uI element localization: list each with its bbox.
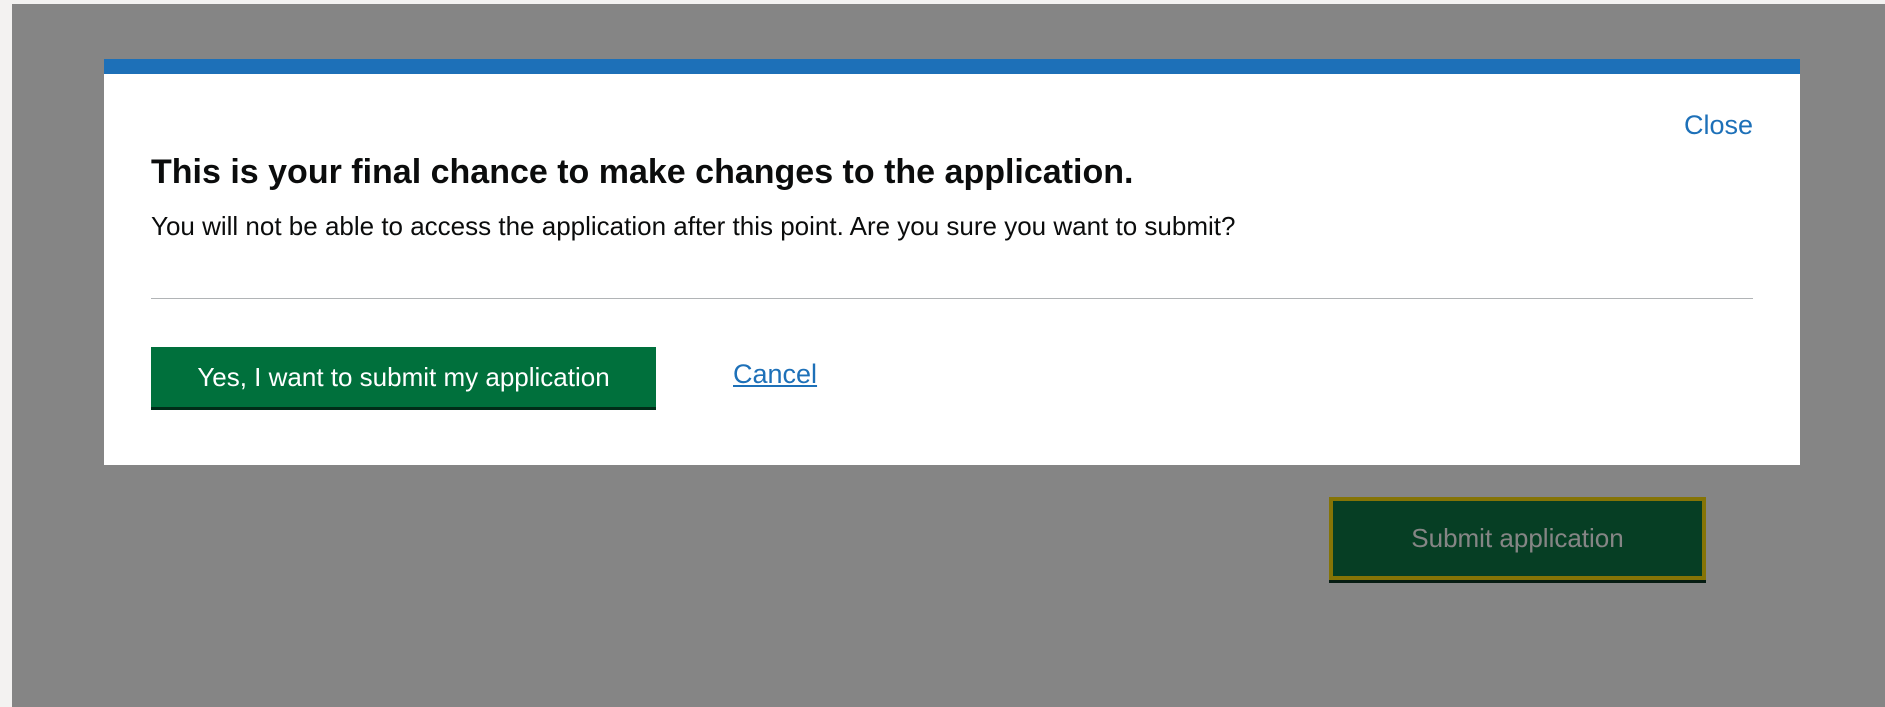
- dialog-body: You will not be able to access the appli…: [151, 211, 1236, 241]
- confirm-submit-button[interactable]: Yes, I want to submit my application: [151, 347, 656, 407]
- close-link[interactable]: Close: [1684, 110, 1753, 141]
- dialog-title: This is your final chance to make change…: [151, 153, 1134, 191]
- cancel-link[interactable]: Cancel: [733, 359, 817, 390]
- confirm-submit-dialog: Close This is your final chance to make …: [104, 59, 1800, 465]
- divider: [151, 298, 1753, 299]
